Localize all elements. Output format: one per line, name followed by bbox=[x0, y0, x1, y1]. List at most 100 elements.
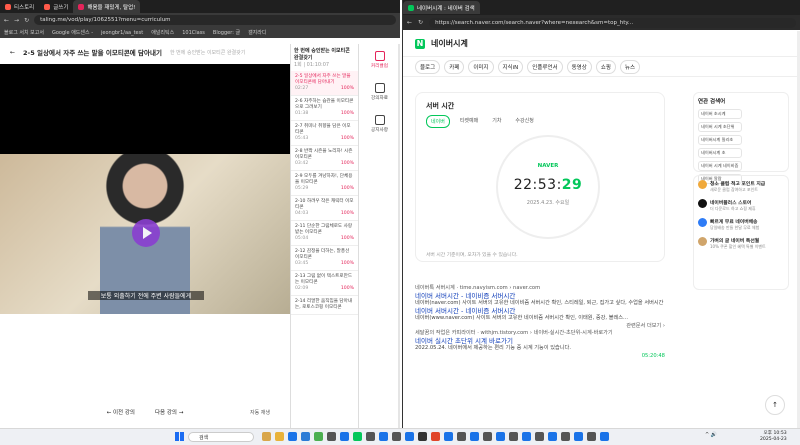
promo-item[interactable]: 가벼의 글 네이버 특선월 10% 쿠폰 할인 혜택 특별 이벤트 bbox=[698, 237, 784, 250]
right-url-field[interactable]: https://search.naver.com/search.naver?wh… bbox=[429, 17, 796, 28]
system-tray[interactable]: ^ 🔊 bbox=[705, 432, 717, 438]
search-query[interactable]: 네이버시계 bbox=[431, 38, 468, 49]
chrome-icon[interactable] bbox=[444, 432, 453, 441]
tab-tistory[interactable]: 티스토리 bbox=[0, 0, 39, 13]
bookmark-item[interactable]: 애널리틱스 bbox=[151, 29, 174, 36]
chrome-icon[interactable] bbox=[405, 432, 414, 441]
forward-icon[interactable]: → bbox=[14, 17, 19, 24]
windows-start-icon[interactable] bbox=[175, 432, 184, 441]
curriculum-item[interactable]: 2-11 단순한 그림체로도 사랑받는 이모티콘 05:04 100% bbox=[291, 221, 358, 246]
back-arrow-icon[interactable]: ← bbox=[10, 49, 15, 56]
taskbar-app-icon[interactable] bbox=[587, 432, 596, 441]
curriculum-button[interactable]: 커리큘럼 bbox=[359, 44, 400, 76]
curriculum-item[interactable]: 2-12 감정을 더하는, 말풍선 이모티콘 03:45 100% bbox=[291, 246, 358, 271]
naver-icon[interactable] bbox=[353, 432, 362, 441]
taskbar-app-icon[interactable] bbox=[561, 432, 570, 441]
result-title[interactable]: 네이버 실시간 초단위 시계 바로가기 bbox=[415, 337, 665, 346]
folder-icon[interactable] bbox=[275, 432, 284, 441]
curriculum-item[interactable]: 2-9 모두를 겨냥하자!, 단체용을 이모티콘 05:29 100% bbox=[291, 171, 358, 196]
curriculum-item[interactable]: 2-7 취미나 취향을 담은 이모티콘 05:43 100% bbox=[291, 121, 358, 146]
bookmark-item[interactable]: Google 애드센스 - bbox=[52, 29, 93, 36]
related-keyword[interactable]: 네이버 시계 초단위 bbox=[698, 122, 742, 132]
related-keyword[interactable]: 네이버시계 초 bbox=[698, 148, 742, 158]
left-scrollbar[interactable] bbox=[398, 44, 400, 428]
chrome-icon[interactable] bbox=[288, 432, 297, 441]
promo-item[interactable]: 네이버플러스 스토어 더 다운로드 하고 쇼핑 제휴 bbox=[698, 199, 784, 212]
back-icon[interactable]: ← bbox=[407, 19, 412, 26]
bookmark-item[interactable]: jeongbr1/aa_test bbox=[101, 30, 143, 36]
bookmark-item[interactable]: 갤지라디 bbox=[248, 29, 266, 36]
promo-item[interactable]: 빠르게 무료 네이버배송 당일배송 만들 한달 무료 체험 bbox=[698, 218, 784, 231]
taskbar-app-icon[interactable] bbox=[535, 432, 544, 441]
materials-button[interactable]: 강의자료 bbox=[359, 76, 400, 108]
play-icon[interactable] bbox=[132, 219, 160, 247]
related-keyword[interactable]: 네이버 시계 네이비즘 bbox=[698, 161, 742, 171]
curriculum-item[interactable]: 2-10 하려우 작은 캐릭터 이모티콘 04:03 100% bbox=[291, 196, 358, 221]
category-tab[interactable]: 카페 bbox=[444, 59, 465, 74]
tab-write[interactable]: 글쓰기 bbox=[39, 0, 73, 13]
chrome-icon[interactable] bbox=[470, 432, 479, 441]
category-tab[interactable]: 이미지 bbox=[468, 59, 494, 74]
taskbar-clock[interactable]: 오후 10:53 2025-04-23 bbox=[760, 431, 787, 443]
left-browser-window: 티스토리 글쓰기 해움을 재밌게, 탈업! ← → ↻ taling.me/vod/… bbox=[0, 0, 400, 428]
tab-taling[interactable]: 해움을 재밌게, 탈업! bbox=[73, 0, 141, 13]
bookmark-item[interactable]: Blogger: 글 bbox=[213, 29, 240, 36]
result-desc: 2022.05.24. 네이버에서 제공하는 편리 기능 중 시계 기능이 있습… bbox=[415, 345, 571, 351]
result-title[interactable]: 네이버 서버시간 - 네이비즘 서버시간 bbox=[415, 307, 665, 316]
curriculum-item[interactable]: 2-5 일상에서 자주 쓰는 말을 이모티콘에 담아내기 02:27 100% bbox=[291, 71, 358, 96]
related-keyword[interactable]: 네이버 초시계 bbox=[698, 109, 742, 119]
promo-item[interactable]: 청소 클럽 적고 포인트 지급 새로운 클럽 참여하고 포인트 bbox=[698, 180, 784, 193]
category-tab[interactable]: 블로그 bbox=[415, 59, 441, 74]
category-tab[interactable]: 뉴스 bbox=[619, 59, 641, 74]
prev-lecture-button[interactable]: ← 이전 강의 bbox=[107, 408, 135, 416]
naver-logo-icon[interactable]: N bbox=[415, 38, 425, 49]
chrome-icon[interactable] bbox=[548, 432, 557, 441]
taskbar-app-icon[interactable] bbox=[366, 432, 375, 441]
taskbar-app-icon[interactable] bbox=[314, 432, 323, 441]
taskbar-app-icon[interactable] bbox=[457, 432, 466, 441]
bookmark-item[interactable]: 블로그 서치 보고서 bbox=[4, 29, 44, 36]
taskbar-app-icon[interactable] bbox=[418, 432, 427, 441]
category-tab[interactable]: 인플루언서 bbox=[527, 59, 563, 74]
chrome-icon[interactable] bbox=[522, 432, 531, 441]
right-tab-strip: 네이버시계 : 네이버 검색 bbox=[403, 0, 800, 15]
reload-icon[interactable]: ↻ bbox=[418, 19, 423, 26]
curriculum-item[interactable]: 2-8 반짝 시즌을 노리자! 시즌 이모티콘 03:42 100% bbox=[291, 146, 358, 171]
taskbar-search[interactable]: 검색 bbox=[188, 432, 254, 442]
taskbar-app-icon[interactable] bbox=[392, 432, 401, 441]
taskbar-app-icon[interactable] bbox=[483, 432, 492, 441]
chrome-icon[interactable] bbox=[496, 432, 505, 441]
category-tab[interactable]: 쇼핑 bbox=[595, 59, 616, 74]
time-tab[interactable]: 수강신청 bbox=[511, 115, 537, 128]
chrome-icon[interactable] bbox=[340, 432, 349, 441]
curriculum-item[interactable]: 2-13 그림 없이 텍스트로만드는 이모티콘 02:09 100% bbox=[291, 271, 358, 296]
more-docs-link[interactable]: 관련문서 더보기 › bbox=[415, 323, 665, 331]
chrome-icon[interactable] bbox=[574, 432, 583, 441]
category-tab[interactable]: 동영상 bbox=[566, 59, 592, 74]
bookmark-item[interactable]: 101Class bbox=[182, 30, 205, 36]
time-tab[interactable]: 네이버 bbox=[426, 115, 450, 128]
reload-icon[interactable]: ↻ bbox=[24, 17, 29, 24]
chrome-icon[interactable] bbox=[600, 432, 609, 441]
result-thumb[interactable]: 05:20:48 bbox=[415, 353, 665, 361]
vscode-icon[interactable] bbox=[301, 432, 310, 441]
result-title[interactable]: 네이버 서버시간 - 네이비즘 서버시간 bbox=[415, 292, 665, 301]
curriculum-item[interactable]: 2-6 자주하는 습관을 이모티콘으로 그려보기 01:38 100% bbox=[291, 96, 358, 121]
autoplay-toggle[interactable]: 자동 재생 bbox=[250, 409, 270, 416]
tab-naver-search[interactable]: 네이버시계 : 네이버 검색 bbox=[403, 1, 480, 14]
scroll-top-button[interactable]: ↑ bbox=[765, 395, 785, 415]
related-keyword[interactable]: 네이버시계 밀리초 bbox=[698, 135, 742, 145]
notice-button[interactable]: 공지사항 bbox=[359, 108, 400, 140]
time-tab[interactable]: 티켓예매 bbox=[456, 115, 482, 128]
taskbar-app-icon[interactable] bbox=[327, 432, 336, 441]
next-lecture-button[interactable]: 다음 강의 → bbox=[155, 408, 183, 416]
chrome-icon[interactable] bbox=[379, 432, 388, 441]
curriculum-item[interactable]: 2-14 리얼한 움직임을 담아내는, 로토스코핑 이모티콘 bbox=[291, 296, 358, 315]
taskbar-app-icon[interactable] bbox=[431, 432, 440, 441]
back-icon[interactable]: ← bbox=[4, 17, 9, 24]
left-url-field[interactable]: taling.me/vod/play/1062551?menu=curricul… bbox=[34, 15, 396, 25]
taskbar-app-icon[interactable] bbox=[509, 432, 518, 441]
category-tab[interactable]: 지식iN bbox=[497, 59, 524, 74]
time-tab[interactable]: 기차 bbox=[488, 115, 505, 128]
taskbar-app-icon[interactable] bbox=[262, 432, 271, 441]
